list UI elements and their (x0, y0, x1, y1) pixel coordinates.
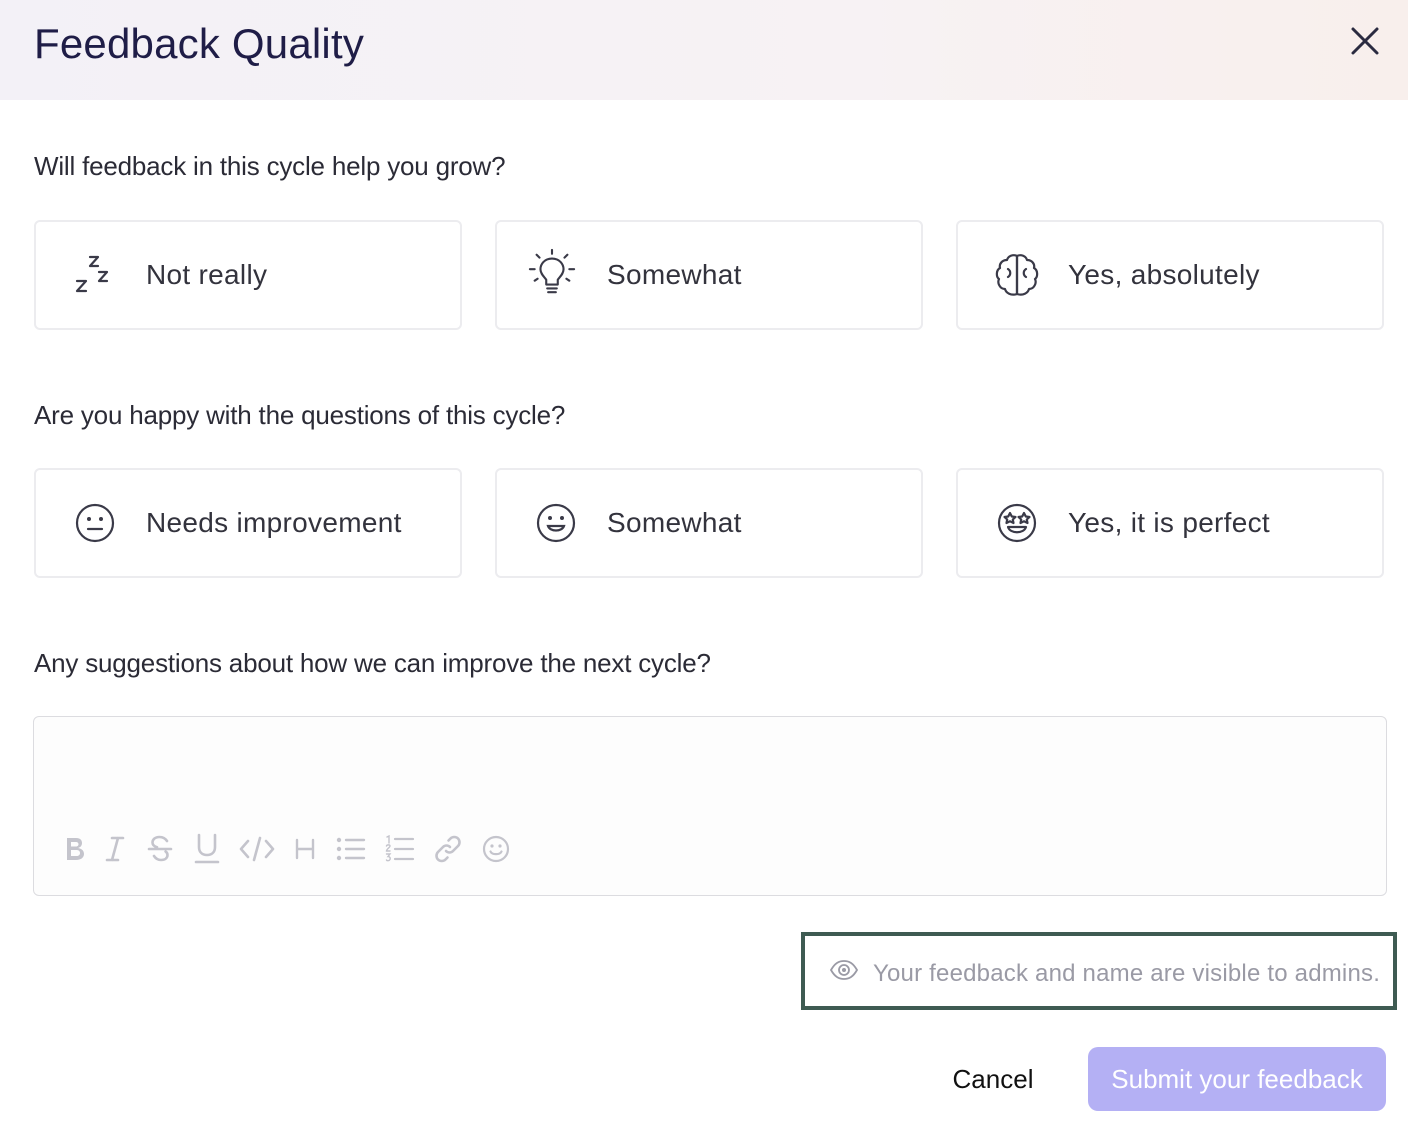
option-label: Somewhat (607, 259, 742, 290)
italic-icon (105, 836, 125, 862)
lightbulb-icon (527, 248, 577, 298)
sleep-zzz-icon (70, 250, 120, 300)
bold-icon (67, 838, 84, 860)
code-icon (239, 836, 275, 862)
smiling-face-icon (531, 498, 581, 548)
numbered-list-button[interactable] (376, 829, 424, 869)
underline-button[interactable] (184, 829, 230, 869)
star-struck-face-icon (992, 498, 1042, 548)
option-label: Yes, it is perfect (1068, 507, 1271, 538)
option-somewhat-grow[interactable]: Somewhat (495, 220, 923, 330)
numbered-list-icon (385, 835, 415, 862)
bullet-list-button[interactable] (326, 829, 376, 869)
editor-toolbar (56, 829, 520, 869)
visibility-note: Your feedback and name are visible to ad… (801, 932, 1397, 1010)
option-yes-absolutely[interactable]: Yes, absolutely (956, 220, 1384, 330)
italic-button[interactable] (94, 829, 136, 869)
link-button[interactable] (424, 829, 472, 869)
cancel-button[interactable]: Cancel (940, 1048, 1046, 1110)
bold-button[interactable] (56, 829, 94, 869)
brain-icon (992, 250, 1042, 300)
option-label: Needs improvement (146, 507, 402, 538)
heading-icon (295, 838, 315, 860)
bullet-list-icon (336, 837, 366, 861)
option-needs-improvement[interactable]: Needs improvement (34, 468, 462, 578)
link-icon (435, 835, 461, 863)
underline-icon (194, 833, 220, 864)
close-button[interactable] (1344, 22, 1386, 60)
question-suggestions: Any suggestions about how we can improve… (34, 648, 711, 678)
suggestions-editor[interactable] (33, 716, 1387, 896)
dialog-title: Feedback Quality (34, 20, 365, 67)
question-happy: Are you happy with the questions of this… (34, 400, 566, 430)
option-somewhat-happy[interactable]: Somewhat (495, 468, 923, 578)
close-icon (1351, 27, 1379, 55)
option-yes-perfect[interactable]: Yes, it is perfect (956, 468, 1384, 578)
emoji-button[interactable] (472, 829, 520, 869)
eye-icon (829, 960, 859, 980)
option-label: Somewhat (607, 507, 742, 538)
option-label: Not really (146, 259, 268, 290)
strikethrough-icon (147, 835, 173, 862)
dialog-header: Feedback Quality (0, 0, 1408, 100)
submit-feedback-button[interactable]: Submit your feedback (1088, 1047, 1386, 1111)
heading-button[interactable] (284, 829, 326, 869)
neutral-face-icon (70, 498, 120, 548)
option-not-really[interactable]: Not really (34, 220, 462, 330)
emoji-icon (482, 835, 510, 863)
option-label: Yes, absolutely (1068, 259, 1260, 290)
code-button[interactable] (230, 829, 284, 869)
strikethrough-button[interactable] (136, 829, 184, 869)
visibility-text: Your feedback and name are visible to ad… (873, 960, 1381, 987)
question-grow: Will feedback in this cycle help you gro… (34, 151, 506, 181)
